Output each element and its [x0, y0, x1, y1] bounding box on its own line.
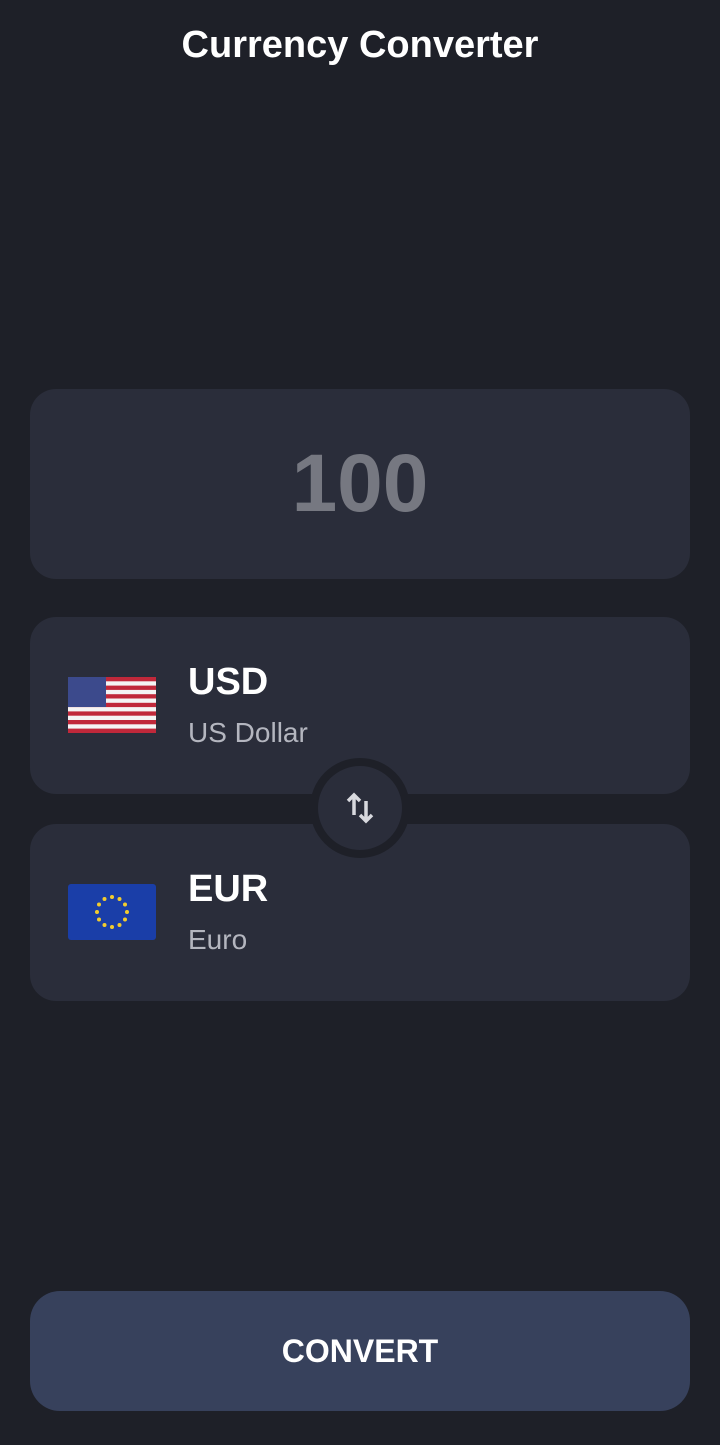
- convert-button[interactable]: CONVERT: [30, 1291, 690, 1411]
- from-currency-code: USD: [188, 661, 269, 703]
- swap-vertical-icon: [346, 792, 374, 824]
- to-currency-name: Euro: [188, 924, 248, 955]
- to-currency-code: EUR: [188, 868, 269, 910]
- amount-card: [30, 389, 690, 579]
- us-flag-icon: [68, 677, 156, 733]
- swap-currencies-button[interactable]: [310, 758, 410, 858]
- page-title: Currency Converter: [181, 24, 539, 66]
- eu-flag-icon: [68, 884, 156, 940]
- from-currency-name: US Dollar: [188, 717, 308, 748]
- amount-input[interactable]: [30, 436, 690, 532]
